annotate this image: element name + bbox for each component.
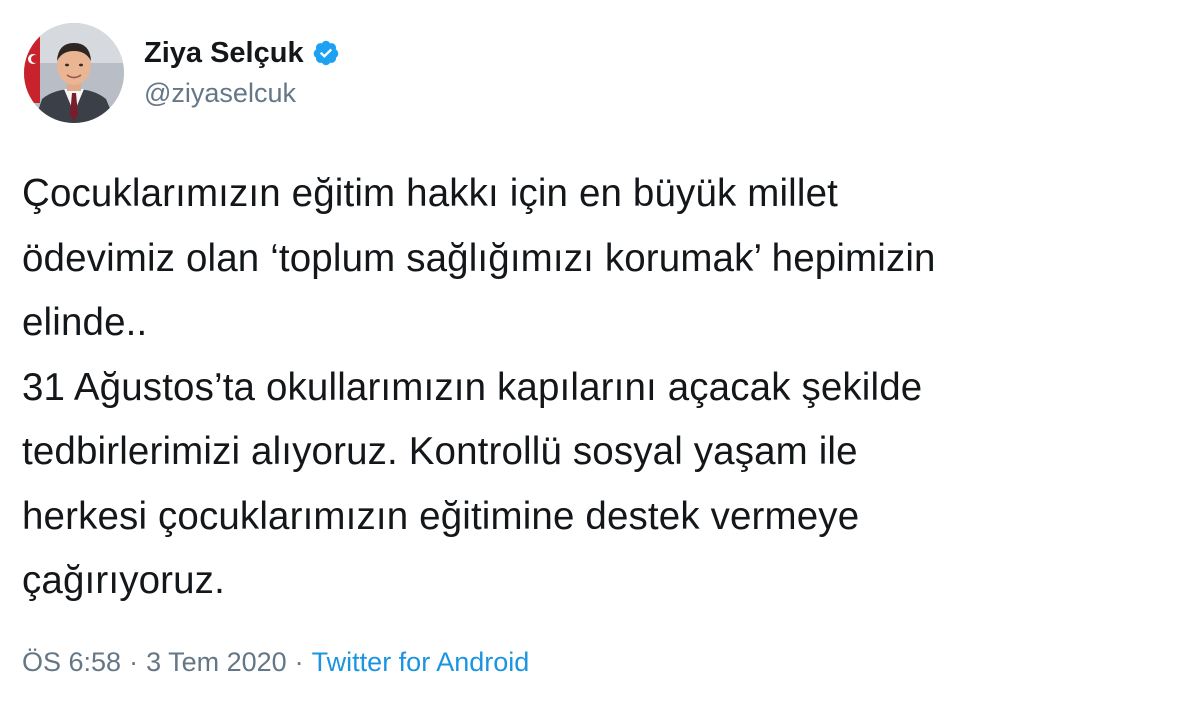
display-name[interactable]: Ziya Selçuk: [144, 35, 304, 71]
meta-separator: ·: [129, 647, 139, 677]
author-names: Ziya Selçuk @ziyaselcuk: [144, 23, 340, 123]
name-row: Ziya Selçuk: [144, 35, 340, 71]
meta-separator: ·: [294, 647, 304, 677]
verified-badge-icon: [312, 39, 340, 67]
avatar-photo: [24, 23, 124, 123]
tweet-header: Ziya Selçuk @ziyaselcuk: [24, 18, 340, 128]
avatar[interactable]: [24, 23, 124, 123]
handle[interactable]: @ziyaselcuk: [144, 75, 340, 111]
tweet-time[interactable]: ÖS 6:58: [22, 644, 121, 680]
tweet-text: Çocuklarımızın eğitim hakkı için en büyü…: [22, 172, 936, 602]
tweet-source-link[interactable]: Twitter for Android: [312, 644, 530, 680]
tweet-meta: ÖS 6:58 · 3 Tem 2020 · Twitter for Andro…: [22, 644, 529, 680]
tweet-card: Ziya Selçuk @ziyaselcuk Çocuklarımızın e…: [0, 0, 1200, 711]
tweet-date[interactable]: 3 Tem 2020: [146, 644, 287, 680]
